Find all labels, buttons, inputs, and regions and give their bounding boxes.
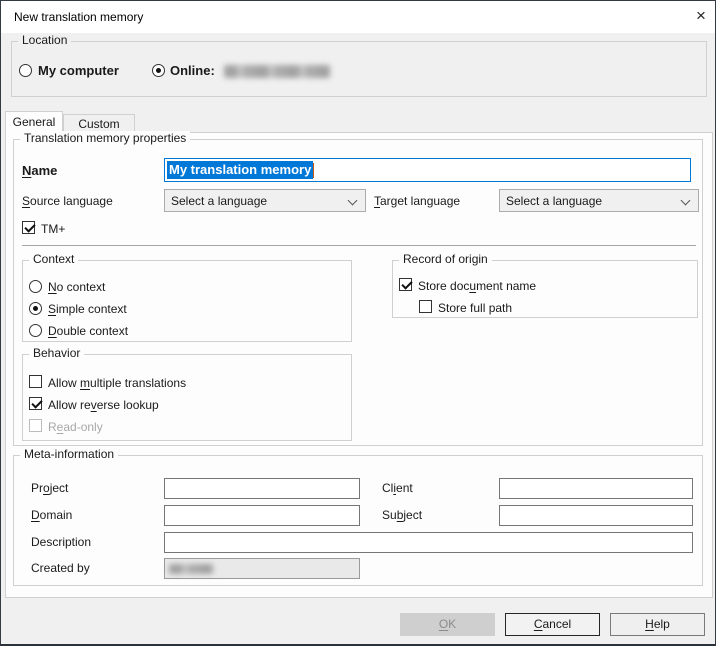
subject-label: Subject [382, 508, 422, 522]
project-input[interactable] [164, 478, 360, 499]
description-label: Description [31, 535, 91, 549]
online-server-address-redacted [224, 65, 330, 78]
behavior-legend: Behavior [29, 346, 84, 360]
context-group: Context No context Simple context Double… [22, 260, 352, 342]
allow-reverse-lookup-label: Allow reverse lookup [48, 398, 159, 412]
name-input[interactable]: My translation memory [164, 158, 691, 182]
behavior-group: Behavior Allow multiple translations All… [22, 354, 352, 441]
source-language-label: Source language [22, 194, 113, 208]
title-bar: New translation memory × [1, 1, 715, 33]
checkbox-icon [419, 300, 432, 313]
client-label: Client [382, 481, 413, 495]
no-context-label: No context [48, 280, 105, 294]
name-label: Name [22, 163, 57, 178]
radio-icon [29, 280, 42, 293]
tm-properties-legend: Translation memory properties [20, 131, 190, 145]
domain-label: Domain [31, 508, 72, 522]
location-legend: Location [18, 33, 71, 47]
source-language-value: Select a language [171, 194, 267, 208]
meta-information-legend: Meta-information [20, 447, 118, 461]
tm-plus-label: TM+ [41, 222, 65, 236]
created-by-label: Created by [31, 561, 90, 575]
radio-icon [152, 64, 165, 77]
target-language-dropdown[interactable]: Select a language [499, 189, 699, 212]
read-only-label: Read-only [48, 420, 103, 434]
record-of-origin-group: Record of origin Store document name Sto… [392, 260, 698, 318]
cancel-button[interactable]: Cancel [505, 613, 600, 636]
store-document-name-label: Store document name [418, 279, 536, 293]
store-full-path-label: Store full path [438, 301, 512, 315]
context-legend: Context [29, 252, 78, 266]
close-icon[interactable]: × [687, 1, 715, 33]
radio-icon [29, 302, 42, 315]
radio-my-computer-label: My computer [38, 63, 119, 78]
target-language-label: Target language [374, 194, 460, 208]
created-by-input [164, 558, 360, 579]
created-by-value-redacted [169, 564, 213, 574]
checkbox-icon [29, 397, 42, 410]
subject-input[interactable] [499, 505, 693, 526]
checkbox-icon [22, 221, 35, 234]
domain-input[interactable] [164, 505, 360, 526]
radio-online-label: Online: [170, 63, 215, 78]
ok-button[interactable]: OK [400, 613, 495, 636]
radio-icon [29, 324, 42, 337]
help-button[interactable]: Help [610, 613, 705, 636]
tm-properties-group: Translation memory properties Name My tr… [13, 139, 703, 446]
window-title: New translation memory [14, 1, 143, 33]
new-translation-memory-dialog: New translation memory × Location My com… [0, 0, 716, 646]
checkbox-icon [29, 419, 42, 432]
text-caret [313, 163, 314, 178]
allow-multiple-translations-label: Allow multiple translations [48, 376, 186, 390]
client-input[interactable] [499, 478, 693, 499]
checkbox-icon [399, 278, 412, 291]
location-group: Location My computer Online: [11, 41, 707, 97]
simple-context-label: Simple context [48, 302, 127, 316]
description-input[interactable] [164, 532, 693, 553]
name-input-selected-text: My translation memory [167, 161, 313, 179]
record-of-origin-legend: Record of origin [399, 252, 492, 266]
chevron-down-icon [681, 196, 691, 206]
source-language-dropdown[interactable]: Select a language [164, 189, 366, 212]
tab-general-label: General [13, 115, 56, 129]
chevron-down-icon [348, 196, 358, 206]
separator-line [22, 245, 696, 246]
radio-icon [19, 64, 32, 77]
target-language-value: Select a language [506, 194, 602, 208]
double-context-label: Double context [48, 324, 128, 338]
project-label: Project [31, 481, 68, 495]
checkbox-icon [29, 375, 42, 388]
meta-information-group: Meta-information Project Client Domain S… [13, 455, 703, 586]
